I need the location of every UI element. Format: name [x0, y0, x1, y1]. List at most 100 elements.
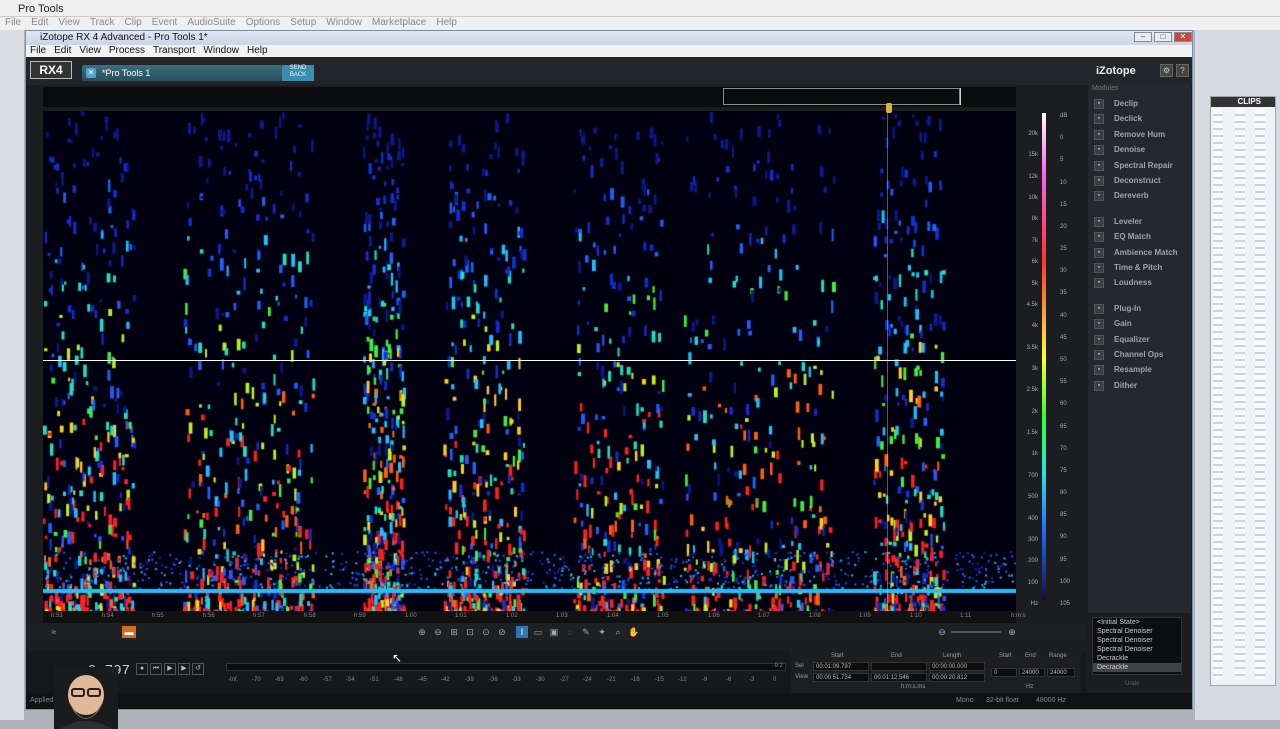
- rewind-icon[interactable]: ⏮: [150, 663, 162, 675]
- meter-tick-label: -Inf.: [228, 677, 239, 683]
- protools-menu-item[interactable]: Window: [326, 17, 362, 28]
- tab-document[interactable]: *Pro Tools 1: [82, 65, 282, 81]
- rx-menu-item[interactable]: Edit: [54, 45, 71, 56]
- zoom-fit-icon[interactable]: ⊡: [464, 626, 476, 638]
- time-freq-select-tool-icon[interactable]: ▣: [548, 626, 560, 638]
- zoom-selection-icon[interactable]: ⊞: [448, 626, 460, 638]
- help-icon[interactable]: ?: [1176, 64, 1189, 77]
- brush-tool-icon[interactable]: ✎: [580, 626, 592, 638]
- module-equalizer[interactable]: ▪ Equalizer: [1092, 333, 1188, 347]
- module-resample[interactable]: ▪ Resample: [1092, 363, 1188, 377]
- play-selection-icon[interactable]: ▶: [178, 663, 190, 675]
- denoise-icon: ▪: [1094, 145, 1104, 155]
- protools-menu-item[interactable]: Help: [436, 17, 457, 28]
- module-dereverb[interactable]: ▪ Dereverb: [1092, 189, 1188, 203]
- module-channel-ops[interactable]: ▪ Channel Ops: [1092, 348, 1188, 362]
- time-select-tool-icon[interactable]: I: [516, 626, 528, 638]
- record-icon[interactable]: ●: [136, 663, 148, 675]
- maximize-button[interactable]: □: [1154, 32, 1172, 42]
- zoom-freq-icon[interactable]: ⊘: [496, 626, 508, 638]
- module-declick[interactable]: ▪ Declick: [1092, 112, 1188, 126]
- sel-start-field[interactable]: 00:01:09.797: [813, 662, 869, 671]
- hz-range-field[interactable]: 24000: [1047, 668, 1075, 677]
- module-spectral-repair[interactable]: ▪ Spectral Repair: [1092, 159, 1188, 173]
- spectrogram-view[interactable]: [43, 111, 1016, 611]
- module-leveler[interactable]: ▪ Leveler: [1092, 215, 1188, 229]
- protools-menu-item[interactable]: Clip: [125, 17, 142, 28]
- spectrogram-toggle-icon[interactable]: ▬: [122, 626, 136, 638]
- history-item[interactable]: Decrackle: [1093, 654, 1181, 663]
- module-denoise[interactable]: ▪ Denoise: [1092, 143, 1188, 157]
- clips-list[interactable]: CLIPS: [1210, 96, 1276, 686]
- zoom-tool-icon[interactable]: ⌕: [612, 626, 624, 638]
- zoom-out-icon[interactable]: ⊖: [432, 626, 444, 638]
- history-item[interactable]: <Initial State>: [1093, 618, 1181, 627]
- zoom-time-icon[interactable]: ⊙: [480, 626, 492, 638]
- history-panel[interactable]: <Initial State> Spectral Denoiser Spectral…: [1092, 617, 1182, 675]
- history-item[interactable]: Decrackle: [1093, 663, 1181, 672]
- module-dither[interactable]: ▪ Dither: [1092, 379, 1188, 393]
- protools-menu-item[interactable]: Setup: [290, 17, 316, 28]
- module-declip[interactable]: ▪ Declip: [1092, 97, 1188, 111]
- loop-icon[interactable]: ↺: [192, 663, 204, 675]
- protools-menu-item[interactable]: Options: [246, 17, 280, 28]
- view-end-field[interactable]: 00:01:12.546: [871, 673, 927, 682]
- module-label: Dither: [1114, 381, 1138, 390]
- module-time-pitch[interactable]: ▪ Time & Pitch: [1092, 261, 1188, 275]
- view-start-field[interactable]: 00:00:51.734: [813, 673, 869, 682]
- protools-menu-item[interactable]: Track: [90, 17, 115, 28]
- spectrogram-canvas[interactable]: [43, 111, 1016, 611]
- sel-length-field[interactable]: 00:00:00.000: [929, 662, 985, 671]
- rx-menu-item[interactable]: Window: [203, 45, 239, 56]
- protools-menu-item[interactable]: View: [58, 17, 80, 28]
- protools-menu-item[interactable]: File: [5, 17, 21, 28]
- module-loudness[interactable]: ▪ Loudness: [1092, 276, 1188, 290]
- rx-menu-item[interactable]: Help: [247, 45, 268, 56]
- magic-wand-icon[interactable]: ✦: [596, 626, 608, 638]
- time-tick-label: 1:05: [657, 613, 669, 619]
- freq-select-tool-icon[interactable]: ▭: [532, 626, 544, 638]
- module-deconstruct[interactable]: ▪ Deconstruct: [1092, 174, 1188, 188]
- zoom-slider[interactable]: [951, 631, 1001, 633]
- rx-menu-item[interactable]: Process: [109, 45, 145, 56]
- zoom-out-horizontal-icon[interactable]: ⊖: [936, 626, 948, 638]
- sel-end-field[interactable]: [871, 662, 927, 671]
- playhead-marker-icon[interactable]: [886, 103, 892, 113]
- lasso-tool-icon[interactable]: ◌: [564, 626, 576, 638]
- rx-menu-item[interactable]: Transport: [153, 45, 195, 56]
- module-eq-match[interactable]: ▪ EQ Match: [1092, 230, 1188, 244]
- play-icon[interactable]: ▶: [164, 663, 176, 675]
- settings-icon[interactable]: ⚙: [1160, 64, 1173, 77]
- protools-menu-item[interactable]: Marketplace: [372, 17, 426, 28]
- meter-tick-label: 0: [773, 677, 777, 683]
- minimize-button[interactable]: –: [1134, 32, 1152, 42]
- history-item[interactable]: Spectral Denoiser: [1093, 636, 1181, 645]
- history-item[interactable]: Spectral Denoiser: [1093, 627, 1181, 636]
- waveform-toggle-icon[interactable]: ≈: [48, 626, 60, 638]
- db-tick-label: 55: [1060, 379, 1067, 385]
- hz-end-field[interactable]: 24000: [1019, 668, 1045, 677]
- sel-end-header: End: [891, 653, 902, 659]
- hz-start-field[interactable]: 0: [991, 668, 1017, 677]
- tool-bar: ≈ ▬ ⊕ ⊖ ⊞ ⊡ ⊙ ⊘ I ▭ ▣ ◌ ✎ ✦ ⌕ ✋ ⊖ ⊕: [26, 623, 1086, 641]
- hand-tool-icon[interactable]: ✋: [628, 626, 640, 638]
- rx-menu-item[interactable]: View: [79, 45, 101, 56]
- module-ambience-match[interactable]: ▪ Ambience Match: [1092, 246, 1188, 260]
- module-plug-in[interactable]: ▪ Plug-In: [1092, 302, 1188, 316]
- history-item[interactable]: Spectral Denoiser: [1093, 645, 1181, 654]
- tab-close-icon[interactable]: ✕: [86, 68, 96, 78]
- protools-menu-item[interactable]: Event: [152, 17, 178, 28]
- waveform-overview[interactable]: [43, 87, 1016, 107]
- protools-menu-item[interactable]: AudioSuite: [187, 17, 235, 28]
- rx-menu-item[interactable]: File: [30, 45, 46, 56]
- close-button[interactable]: ✕: [1174, 32, 1192, 42]
- protools-menu-item[interactable]: Edit: [31, 17, 48, 28]
- overview-view-selection[interactable]: [723, 88, 960, 105]
- module-remove-hum[interactable]: ▪ Remove Hum: [1092, 128, 1188, 142]
- time-tick-label: 1:00: [405, 613, 417, 619]
- zoom-in-icon[interactable]: ⊕: [416, 626, 428, 638]
- send-back-button[interactable]: SEND BACK: [282, 65, 314, 81]
- view-length-field[interactable]: 00:00:20.812: [929, 673, 985, 682]
- zoom-in-horizontal-icon[interactable]: ⊕: [1006, 626, 1018, 638]
- module-gain[interactable]: ▪ Gain: [1092, 317, 1188, 331]
